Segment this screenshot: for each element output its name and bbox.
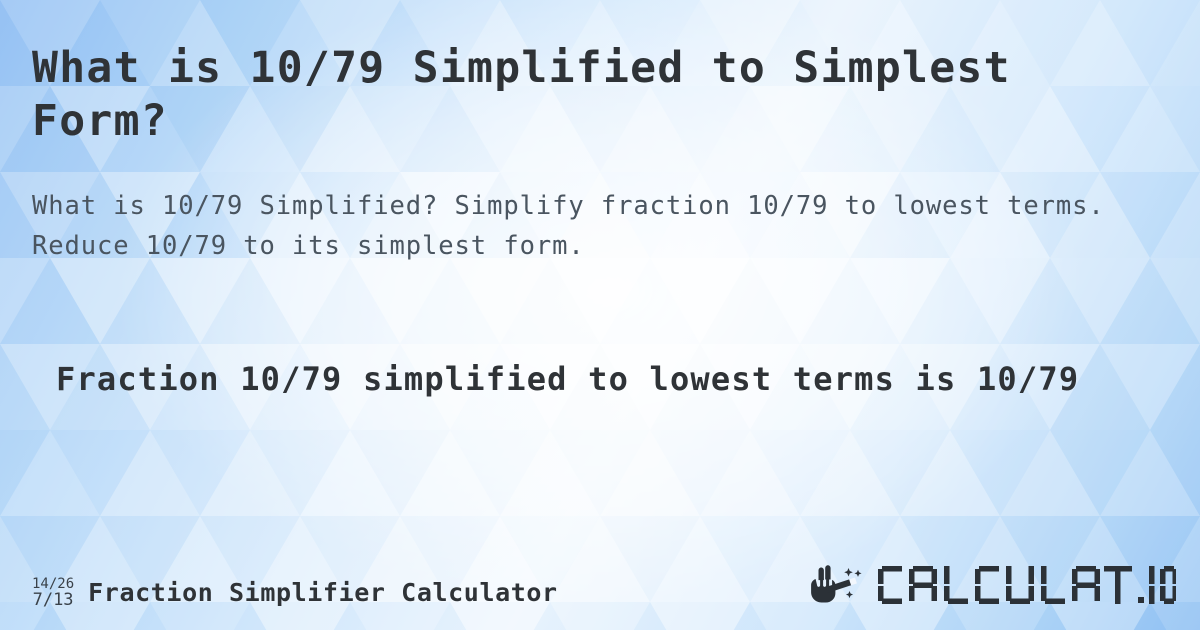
footer: 14/26 7/13 Fraction Simplifier Calculato… xyxy=(0,540,1200,630)
brand-wordmark: CALCULAT.IO xyxy=(878,566,1176,604)
footer-left-group: 14/26 7/13 Fraction Simplifier Calculato… xyxy=(32,576,558,608)
calculator-name: Fraction Simplifier Calculator xyxy=(88,577,558,607)
fraction-example-simplified: 7/13 xyxy=(32,589,74,610)
page-title: What is 10/79 Simplified to Simplest For… xyxy=(32,43,1011,146)
hand-holding-magic-wand-icon xyxy=(811,565,862,603)
card-content: What is 10/79 Simplified to Simplest For… xyxy=(0,0,1200,630)
fraction-example-icon: 14/26 7/13 xyxy=(32,577,74,609)
page-subtitle: What is 10/79 Simplified? Simplify fract… xyxy=(32,191,1105,261)
simplified-result-text: Fraction 10/79 simplified to lowest term… xyxy=(56,360,1080,398)
brand-logo[interactable]: CALCULAT.IO xyxy=(808,562,1176,608)
share-card: What is 10/79 Simplified to Simplest For… xyxy=(0,0,1200,630)
